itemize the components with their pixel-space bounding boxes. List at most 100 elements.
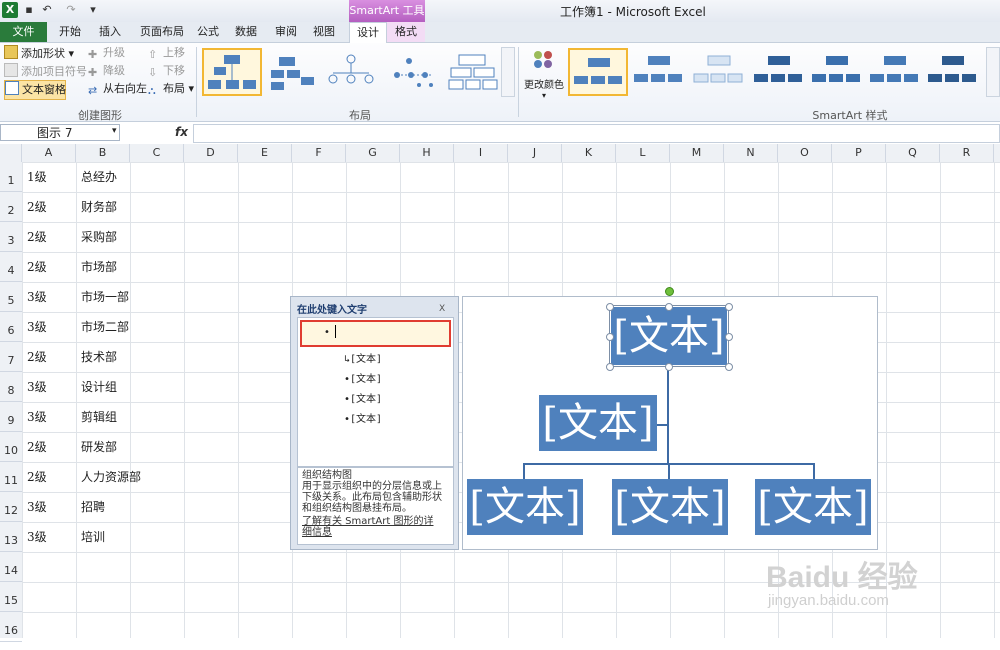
cell-b8[interactable]: 设计组 xyxy=(81,372,117,402)
customize-qat-icon[interactable]: ▾ xyxy=(86,3,100,17)
insert-function-icon[interactable]: fx xyxy=(175,125,188,139)
column-header-b[interactable]: B xyxy=(76,144,130,162)
layout-button[interactable]: ⛬ 布局 ▾ xyxy=(148,81,194,97)
smartart-child-box[interactable]: [文本] xyxy=(467,479,583,535)
redo-icon[interactable]: ↷ xyxy=(64,3,78,17)
tab-view[interactable]: 视图 xyxy=(310,22,338,42)
tab-data[interactable]: 数据 xyxy=(232,22,260,42)
add-shape-button[interactable]: 添加形状 ▾ xyxy=(4,45,74,61)
layout-hierarchy-thumb[interactable] xyxy=(264,48,322,94)
right-to-left-button[interactable]: ⇄ 从右向左 xyxy=(88,81,147,97)
cell-b2[interactable]: 财务部 xyxy=(81,192,117,222)
cell-b5[interactable]: 市场一部 xyxy=(81,282,129,312)
tab-design[interactable]: 设计 xyxy=(349,22,387,43)
column-header-a[interactable]: A xyxy=(22,144,76,162)
column-header-j[interactable]: J xyxy=(508,144,562,162)
cell-a2[interactable]: 2级 xyxy=(27,192,47,222)
style-thumb-7[interactable] xyxy=(924,48,984,92)
text-pane-item[interactable]: •[文本] xyxy=(344,390,382,405)
cell-a8[interactable]: 3级 xyxy=(27,372,47,402)
column-header-c[interactable]: C xyxy=(130,144,184,162)
resize-handle[interactable] xyxy=(725,303,733,311)
cell-b3[interactable]: 采购部 xyxy=(81,222,117,252)
cell-b9[interactable]: 剪辑组 xyxy=(81,402,117,432)
style-thumb-4[interactable] xyxy=(750,48,806,92)
column-header-q[interactable]: Q xyxy=(886,144,940,162)
move-down-button[interactable]: ⇩ 下移 xyxy=(148,63,185,79)
row-header-4[interactable]: 4 xyxy=(0,252,22,282)
rotate-handle-icon[interactable] xyxy=(665,287,674,296)
cell-b13[interactable]: 培训 xyxy=(81,522,105,552)
row-header-15[interactable]: 15 xyxy=(0,582,22,612)
tab-insert[interactable]: 插入 xyxy=(94,22,126,42)
row-header-11[interactable]: 11 xyxy=(0,462,22,492)
name-box[interactable]: 图示 7 xyxy=(0,124,120,141)
cell-b10[interactable]: 研发部 xyxy=(81,432,117,462)
resize-handle[interactable] xyxy=(665,363,673,371)
cell-a4[interactable]: 2级 xyxy=(27,252,47,282)
cell-a12[interactable]: 3级 xyxy=(27,492,47,522)
text-pane-button[interactable]: 文本窗格 xyxy=(4,80,66,100)
style-thumb-5[interactable] xyxy=(808,48,864,92)
move-up-button[interactable]: ⇧ 上移 xyxy=(148,45,185,61)
tab-formulas[interactable]: 公式 xyxy=(194,22,222,42)
column-header-i[interactable]: I xyxy=(454,144,508,162)
tab-format[interactable]: 格式 xyxy=(387,22,425,42)
row-header-5[interactable]: 5 xyxy=(0,282,22,312)
row-header-9[interactable]: 9 xyxy=(0,402,22,432)
cell-b12[interactable]: 招聘 xyxy=(81,492,105,522)
text-pane-item[interactable]: •[文本] xyxy=(344,410,382,425)
cell-a11[interactable]: 2级 xyxy=(27,462,47,492)
cell-a10[interactable]: 2级 xyxy=(27,432,47,462)
column-header-l[interactable]: L xyxy=(616,144,670,162)
row-header-6[interactable]: 6 xyxy=(0,312,22,342)
demote-button[interactable]: ✚ 降级 xyxy=(88,63,125,79)
cell-a3[interactable]: 2级 xyxy=(27,222,47,252)
column-header-r[interactable]: R xyxy=(940,144,994,162)
cell-b4[interactable]: 市场部 xyxy=(81,252,117,282)
formula-input[interactable] xyxy=(193,124,1000,143)
learn-more-link[interactable]: 了解有关 SmartArt 图形的详 xyxy=(302,516,450,527)
style-thumb-1[interactable] xyxy=(568,48,628,96)
text-pane-item[interactable]: •[文本] xyxy=(344,370,382,385)
column-header-d[interactable]: D xyxy=(184,144,238,162)
resize-handle[interactable] xyxy=(606,303,614,311)
learn-more-link[interactable]: 细信息 xyxy=(302,527,450,538)
name-box-dropdown-icon[interactable]: ▾ xyxy=(112,126,117,136)
cell-b7[interactable]: 技术部 xyxy=(81,342,117,372)
row-header-13[interactable]: 13 xyxy=(0,522,22,552)
resize-handle[interactable] xyxy=(725,333,733,341)
smartart-assistant-box[interactable]: [文本] xyxy=(539,395,657,451)
column-header-o[interactable]: O xyxy=(778,144,832,162)
smartart-canvas[interactable]: [文本] [文本] [文本] [文本] [文本] xyxy=(462,296,878,550)
column-header-e[interactable]: E xyxy=(238,144,292,162)
tab-review[interactable]: 审阅 xyxy=(272,22,300,42)
column-header-k[interactable]: K xyxy=(562,144,616,162)
cell-b6[interactable]: 市场二部 xyxy=(81,312,129,342)
row-header-3[interactable]: 3 xyxy=(0,222,22,252)
promote-button[interactable]: ✚ 升级 xyxy=(88,45,125,61)
undo-icon[interactable]: ↶ xyxy=(40,3,54,17)
column-header-h[interactable]: H xyxy=(400,144,454,162)
save-icon[interactable]: ▪ xyxy=(22,3,36,17)
cell-a13[interactable]: 3级 xyxy=(27,522,47,552)
styles-gallery-scroll[interactable] xyxy=(986,47,1000,97)
column-header-p[interactable]: P xyxy=(832,144,886,162)
cell-b11[interactable]: 人力资源部 xyxy=(81,462,141,492)
style-thumb-3[interactable] xyxy=(690,48,746,92)
cell-a9[interactable]: 3级 xyxy=(27,402,47,432)
layouts-gallery-scroll[interactable] xyxy=(501,47,515,97)
layout-org-chart-thumb[interactable] xyxy=(202,48,262,96)
tab-page-layout[interactable]: 页面布局 xyxy=(134,22,190,42)
column-header-g[interactable]: G xyxy=(346,144,400,162)
layout-circle-hierarchy-thumb[interactable] xyxy=(322,48,380,94)
row-header-12[interactable]: 12 xyxy=(0,492,22,522)
cell-a5[interactable]: 3级 xyxy=(27,282,47,312)
row-header-7[interactable]: 7 xyxy=(0,342,22,372)
style-thumb-2[interactable] xyxy=(630,48,686,92)
row-header-8[interactable]: 8 xyxy=(0,372,22,402)
layout-labeled-hierarchy-thumb[interactable] xyxy=(384,48,442,94)
text-pane-active-input[interactable]: • xyxy=(300,320,451,347)
smartart-child-box[interactable]: [文本] xyxy=(755,479,871,535)
text-pane-item[interactable]: ↳[文本] xyxy=(344,350,382,365)
